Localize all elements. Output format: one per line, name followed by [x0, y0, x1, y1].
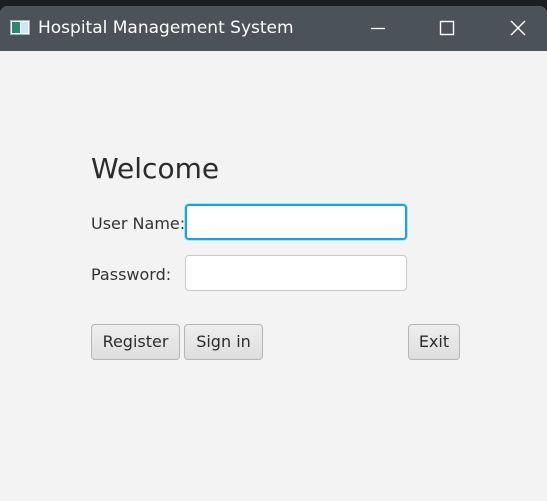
sign-in-button[interactable]: Sign in	[184, 324, 263, 360]
login-panel: Welcome User Name: Password: Register Si…	[0, 51, 547, 501]
exit-button[interactable]: Exit	[408, 324, 460, 360]
maximize-button[interactable]	[424, 6, 470, 51]
register-button[interactable]: Register	[91, 324, 180, 360]
minimize-icon	[371, 27, 385, 30]
maximize-icon	[439, 20, 455, 36]
app-window-icon	[10, 20, 30, 35]
minimize-button[interactable]	[355, 6, 401, 51]
username-label: User Name:	[91, 214, 186, 233]
app-window: Hospital Management System Welcome User …	[0, 6, 547, 501]
password-label: Password:	[91, 265, 172, 284]
window-title: Hospital Management System	[38, 18, 294, 38]
close-icon	[510, 20, 526, 36]
close-button[interactable]	[495, 6, 541, 51]
title-bar[interactable]: Hospital Management System	[0, 6, 547, 51]
password-field[interactable]	[185, 255, 407, 291]
welcome-heading: Welcome	[91, 152, 220, 185]
username-field[interactable]	[185, 204, 407, 240]
